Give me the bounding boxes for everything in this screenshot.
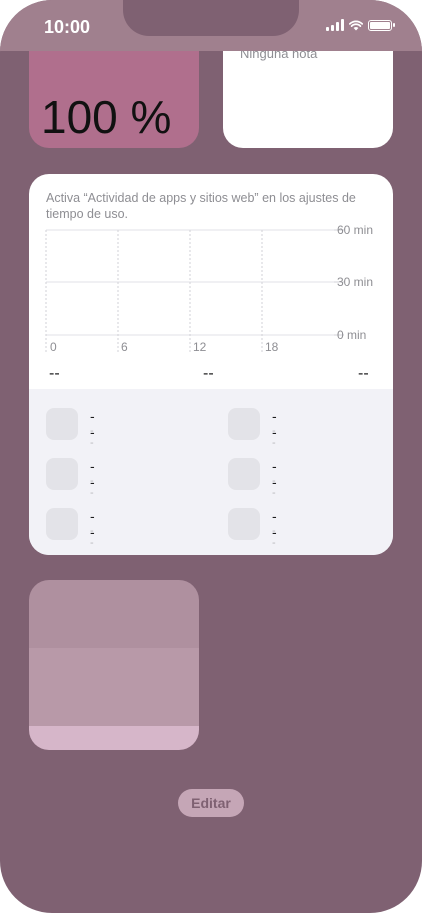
x-tick-12: 12 [193,340,207,354]
placeholder-widget-middle [29,648,199,726]
app-icon [46,408,78,440]
app-time: -- [90,475,94,499]
y-tick-60: 60 min [337,223,373,237]
x-tick-6: 6 [121,340,128,354]
status-icons [326,19,395,31]
usage-value-2: -- [203,365,214,382]
battery-percent: 100 % [41,91,172,143]
app-time: -- [90,425,94,449]
app-time: -- [272,525,276,549]
app-list: -- -- -- -- -- -- -- -- -- -- -- -- [29,389,393,555]
usage-value-3: -- [358,365,369,382]
placeholder-widget-bottom [29,726,199,750]
y-tick-30: 30 min [337,275,373,289]
app-time: -- [90,525,94,549]
usage-value-1: -- [49,365,60,382]
app-icon [46,458,78,490]
app-time: -- [272,425,276,449]
app-icon [228,408,260,440]
signal-icon [326,19,344,31]
placeholder-widget[interactable] [29,580,199,750]
chart-gridlines [45,229,344,352]
wifi-icon [349,20,363,30]
app-icon [46,508,78,540]
x-tick-0: 0 [50,340,57,354]
x-tick-18: 18 [265,340,279,354]
home-screen: 10:00 100 % Ninguna nota Activa “Activid… [0,0,422,913]
app-icon [228,458,260,490]
edit-button[interactable]: Editar [178,789,244,817]
app-time: -- [272,475,276,499]
battery-icon [368,19,395,31]
app-icon [228,508,260,540]
placeholder-widget-top [29,580,199,648]
notch [123,0,299,36]
y-tick-0: 0 min [337,328,366,342]
screen-time-widget[interactable]: Activa “Actividad de apps y sitios web” … [29,174,393,555]
usage-chart: 60 min 30 min 0 min 0 6 12 18 [45,223,373,354]
status-time: 10:00 [44,17,91,37]
